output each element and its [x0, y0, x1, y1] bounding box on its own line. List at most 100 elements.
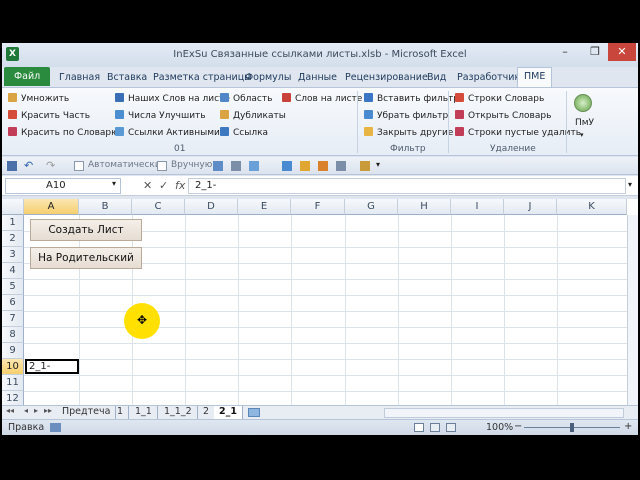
tab-data[interactable]: Данные: [298, 69, 337, 87]
chevron-down-icon[interactable]: ▾: [580, 128, 584, 142]
tab-insert[interactable]: Вставка: [107, 69, 147, 87]
redo-icon[interactable]: ↷: [46, 159, 55, 172]
row-header-12[interactable]: 12: [2, 391, 24, 405]
tab-page-layout[interactable]: Разметка страницы: [153, 69, 252, 87]
create-sheet-button[interactable]: Создать Лист: [30, 219, 142, 241]
sheet-tab-predtecha[interactable]: Предтеча: [57, 406, 117, 419]
row-header-8[interactable]: 8: [2, 327, 24, 343]
qat-tool-icon[interactable]: [231, 161, 241, 171]
sheet-tab-2[interactable]: 2: [198, 406, 216, 419]
last-sheet-icon[interactable]: ▸▸: [44, 406, 52, 415]
row-header-1[interactable]: 1: [2, 215, 24, 231]
row-header-9[interactable]: 9: [2, 343, 24, 359]
select-all-corner[interactable]: [2, 199, 24, 215]
row-header-10[interactable]: 10: [2, 359, 24, 375]
save-icon[interactable]: [7, 161, 17, 171]
horizontal-scrollbar[interactable]: [384, 408, 624, 418]
qat-tool-icon[interactable]: [282, 161, 292, 171]
qat-tool-icon[interactable]: [300, 161, 310, 171]
worksheet-grid[interactable]: A B C D E F G H I J K 1 2 3 4 5 6 7 8 9 …: [2, 199, 638, 405]
words-on-sheet-button[interactable]: Слов на листе: [282, 92, 362, 106]
tab-developer[interactable]: Разработчик: [457, 69, 520, 87]
tab-formulas[interactable]: Формулы: [245, 69, 291, 87]
sheet-tab-1-1[interactable]: 1_1: [130, 406, 158, 419]
column-header-c[interactable]: C: [132, 199, 185, 215]
tab-pme[interactable]: ПМЕ: [517, 67, 553, 87]
name-box-dropdown-icon[interactable]: ▾: [112, 179, 116, 188]
prev-sheet-icon[interactable]: ◂: [24, 406, 28, 415]
next-sheet-icon[interactable]: ▸: [34, 406, 38, 415]
qat-dropdown-icon[interactable]: ▾: [376, 160, 380, 169]
vertical-scrollbar[interactable]: [627, 215, 638, 405]
qat-tool-icon[interactable]: [336, 161, 346, 171]
name-box[interactable]: A10: [5, 178, 121, 194]
improve-numbers-button[interactable]: Числа Улучшить: [115, 109, 206, 123]
column-header-a[interactable]: A: [24, 199, 79, 215]
row-header-5[interactable]: 5: [2, 279, 24, 295]
our-words-button[interactable]: Наших Слов на листе: [115, 92, 230, 106]
row-header-4[interactable]: 4: [2, 263, 24, 279]
page-layout-view-icon[interactable]: [430, 423, 440, 432]
sheet-tab-1[interactable]: 1: [112, 406, 130, 419]
column-header-j[interactable]: J: [504, 199, 557, 215]
zoom-level[interactable]: 100%: [486, 422, 513, 433]
undo-icon[interactable]: ↶: [24, 159, 33, 172]
remove-filter-button[interactable]: Убрать фильтр: [364, 109, 448, 123]
column-header-i[interactable]: I: [451, 199, 504, 215]
column-header-h[interactable]: H: [398, 199, 451, 215]
sheet-tab-2-1[interactable]: 2_1: [214, 406, 243, 419]
duplicates-button[interactable]: Дубликаты: [220, 109, 286, 123]
paint-by-dictionary-button[interactable]: Красить по Словарю: [8, 126, 119, 140]
column-header-k[interactable]: K: [557, 199, 627, 215]
active-cell-a10[interactable]: 2_1-: [25, 359, 79, 374]
row-header-3[interactable]: 3: [2, 247, 24, 263]
active-links-button[interactable]: Ссылки Активными: [115, 126, 220, 140]
column-header-g[interactable]: G: [345, 199, 398, 215]
restore-button[interactable]: ❐: [580, 43, 610, 61]
open-dictionary-button[interactable]: Открыть Словарь: [455, 109, 551, 123]
sheet-tab-1-1-2[interactable]: 1_1_2: [159, 406, 198, 419]
zoom-slider-thumb[interactable]: [570, 423, 574, 432]
qat-tool-icon[interactable]: [318, 161, 328, 171]
column-header-b[interactable]: B: [79, 199, 132, 215]
normal-view-icon[interactable]: [414, 423, 424, 432]
delete-empty-rows-button[interactable]: Строки пустые удалить: [455, 126, 581, 140]
cancel-icon[interactable]: ✕: [143, 179, 152, 192]
paint-part-button[interactable]: Красить Часть: [8, 109, 90, 123]
qat-tool-icon[interactable]: [360, 161, 370, 171]
pmu-button[interactable]: ПмУ: [575, 116, 594, 130]
formula-input[interactable]: 2_1-: [188, 178, 626, 194]
rows-dictionary-button[interactable]: Строки Словарь: [455, 92, 544, 106]
link-button[interactable]: Ссылка: [220, 126, 268, 140]
row-header-2[interactable]: 2: [2, 231, 24, 247]
insert-sheet-icon[interactable]: [248, 408, 260, 417]
auto-checkbox[interactable]: [74, 161, 84, 171]
to-parent-button[interactable]: На Родительский: [30, 247, 142, 269]
qat-tool-icon[interactable]: [249, 161, 259, 171]
macro-record-icon[interactable]: [50, 423, 61, 432]
tab-review[interactable]: Рецензирование: [345, 69, 428, 87]
confirm-icon[interactable]: ✓: [159, 179, 168, 192]
manual-checkbox[interactable]: [157, 161, 167, 171]
tab-view[interactable]: Вид: [427, 69, 446, 87]
zoom-out-icon[interactable]: −: [514, 421, 522, 432]
column-header-e[interactable]: E: [238, 199, 291, 215]
row-header-6[interactable]: 6: [2, 295, 24, 311]
tab-file[interactable]: Файл: [4, 67, 51, 86]
close-button[interactable]: ✕: [608, 43, 636, 61]
function-icon[interactable]: fx: [175, 179, 185, 192]
close-others-button[interactable]: Закрыть другие: [364, 126, 453, 140]
page-break-view-icon[interactable]: [446, 423, 456, 432]
column-header-d[interactable]: D: [185, 199, 238, 215]
expand-formula-icon[interactable]: ▾: [628, 180, 632, 189]
column-header-f[interactable]: F: [291, 199, 345, 215]
zoom-in-icon[interactable]: +: [624, 421, 632, 432]
area-button[interactable]: Область: [220, 92, 272, 106]
multiply-button[interactable]: Умножить: [8, 92, 69, 106]
insert-filter-button[interactable]: Вставить фильтр: [364, 92, 459, 106]
row-header-7[interactable]: 7: [2, 311, 24, 327]
minimize-button[interactable]: –: [550, 43, 580, 61]
qat-tool-icon[interactable]: [213, 161, 223, 171]
row-header-11[interactable]: 11: [2, 375, 24, 391]
first-sheet-icon[interactable]: ◂◂: [6, 406, 14, 415]
